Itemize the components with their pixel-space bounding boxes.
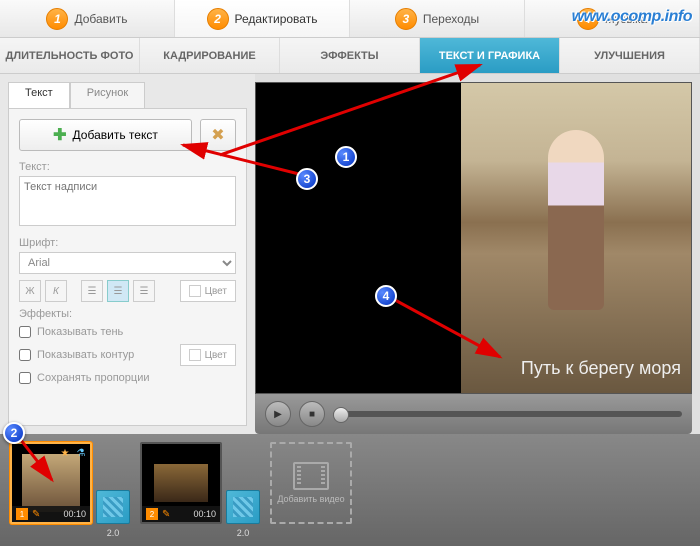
align-left-icon: ☰ [88,286,97,297]
outline-color-button[interactable]: Цвет [180,344,236,366]
delete-text-button[interactable]: ✖ [200,119,236,151]
tab-label: Переходы [423,12,479,26]
add-text-label: Добавить текст [73,128,158,142]
inner-tabs: Текст Рисунок [8,82,247,108]
text-color-button[interactable]: Цвет [180,280,236,302]
tab-edit[interactable]: 2 Редактировать [175,0,350,37]
workspace: Текст Рисунок ✚ Добавить текст ✖ Текст: Ш… [0,74,700,434]
preview-canvas[interactable]: Путь к берегу моря [255,82,692,394]
subtab-enhance[interactable]: УЛУЧШЕНИЯ [560,38,700,73]
thumb-image [154,464,208,502]
photo-content [461,83,691,393]
keep-ratio-checkbox[interactable] [19,372,31,384]
transition-button[interactable] [226,490,260,524]
stop-icon: ■ [309,409,315,420]
outline-label: Показывать контур [37,349,134,361]
inner-tab-text[interactable]: Текст [8,82,70,108]
annotation-1: 1 [335,146,357,168]
annotation-2: 2 [3,422,25,444]
pencil-icon: ✎ [162,509,170,520]
add-video-button[interactable]: Добавить видео [270,442,352,524]
font-label: Шрифт: [19,237,236,249]
clip-number: 1 [16,508,28,520]
subtab-effects[interactable]: ЭФФЕКТЫ [280,38,420,73]
panel-body: ✚Добавить текст ✖ Текст: Шрифт: Arial Ж … [8,108,247,426]
annotation-3: 3 [296,168,318,190]
subtab-crop[interactable]: КАДРИРОВАНИЕ [140,38,280,73]
play-icon: ▶ [274,409,282,420]
subtab-text-graphics[interactable]: ТЕКСТ И ГРАФИКА [420,38,560,73]
plus-icon: ✚ [53,125,66,145]
keep-ratio-label: Сохранять пропорции [37,372,150,384]
color-swatch [189,349,201,361]
clip-1: ★⚗ 1✎00:10 2.0 [10,442,130,524]
subtab-duration[interactable]: ДЛИТЕЛЬНОСТЬ ФОТО [0,38,140,73]
outline-checkbox[interactable] [19,349,31,361]
caption-textarea[interactable] [19,176,236,226]
tab-add[interactable]: 1 Добавить [0,0,175,37]
italic-button[interactable]: К [45,280,67,302]
stop-button[interactable]: ■ [299,401,325,427]
add-text-button[interactable]: ✚ Добавить текст [19,119,192,151]
align-right-button[interactable]: ☰ [133,280,155,302]
thumb-image [22,454,80,512]
inner-tab-image[interactable]: Рисунок [70,82,146,108]
watermark: www.ocomp.info [572,8,692,26]
transition-duration: 2.0 [226,528,260,538]
flask-icon: ⚗ [74,446,88,460]
step-number: 2 [207,8,229,30]
font-select[interactable]: Arial [19,252,236,274]
color-swatch [189,285,201,297]
clip-thumbnail[interactable]: ★⚗ 1 ✎ 00:10 [10,442,92,524]
tab-label: Редактировать [235,12,318,26]
transition-duration: 2.0 [96,528,130,538]
timeline: ★⚗ 1 ✎ 00:10 2.0 2 ✎ 00:10 2.0 Добавить виде… [0,434,700,546]
clip-duration: 00:10 [193,509,216,519]
step-number: 3 [395,8,417,30]
clip-thumbnail[interactable]: 2 ✎ 00:10 [140,442,222,524]
shadow-label: Показывать тень [37,326,123,338]
film-icon [293,462,329,490]
star-icon: ★ [58,446,72,460]
text-label: Текст: [19,161,236,173]
clip-number: 2 [146,508,158,520]
tab-transitions[interactable]: 3 Переходы [350,0,525,37]
preview-area: Путь к берегу моря ▶ ■ [255,74,700,434]
transition-button[interactable] [96,490,130,524]
left-panel: Текст Рисунок ✚ Добавить текст ✖ Текст: Ш… [0,74,255,434]
effects-label: Эффекты: [19,308,236,320]
playback-controls: ▶ ■ [255,394,692,434]
annotation-4: 4 [375,285,397,307]
align-left-button[interactable]: ☰ [81,280,103,302]
caption-overlay[interactable]: Путь к берегу моря [521,358,681,379]
bold-button[interactable]: Ж [19,280,41,302]
play-button[interactable]: ▶ [265,401,291,427]
align-right-icon: ☰ [140,286,149,297]
shadow-checkbox[interactable] [19,326,31,338]
clip-duration: 00:10 [63,509,86,519]
tab-label: Добавить [74,12,127,26]
sub-tabs: ДЛИТЕЛЬНОСТЬ ФОТО КАДРИРОВАНИЕ ЭФФЕКТЫ Т… [0,38,700,74]
align-center-icon: ☰ [114,286,123,297]
align-center-button[interactable]: ☰ [107,280,129,302]
seek-bar[interactable] [333,411,682,417]
step-number: 1 [46,8,68,30]
cross-icon: ✖ [211,125,224,145]
clip-2: 2✎00:10 2.0 [140,442,260,524]
add-video-label: Добавить видео [277,494,344,504]
pencil-icon: ✎ [32,509,40,520]
